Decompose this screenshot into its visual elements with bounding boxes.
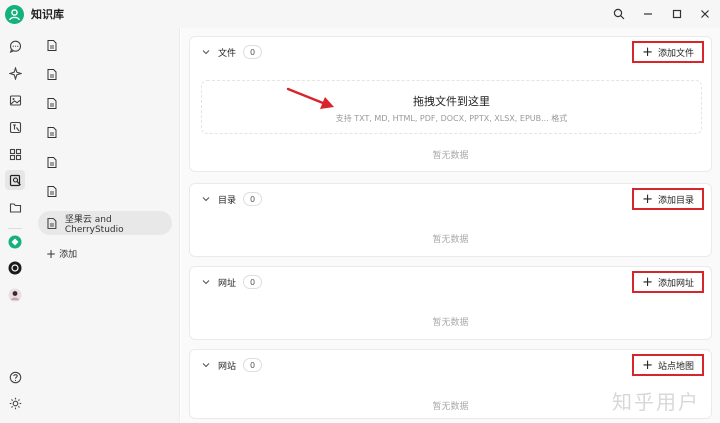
document-icon	[47, 217, 57, 229]
kb-list-item-selected[interactable]: 坚果云 and CherryStudio	[38, 211, 172, 235]
kb-item-label: 坚果云 and CherryStudio	[64, 214, 124, 235]
user-avatar-icon[interactable]	[5, 5, 24, 24]
close-icon[interactable]	[694, 3, 716, 25]
section-title: 文件	[218, 49, 237, 59]
profile-avatar-icon[interactable]	[5, 285, 25, 305]
document-icon	[47, 97, 57, 109]
document-icon	[47, 126, 57, 138]
plus-icon: +	[642, 44, 653, 60]
add-url-button[interactable]: + 添加网址	[632, 271, 704, 293]
chevron-down-icon[interactable]	[202, 361, 210, 369]
add-directory-button[interactable]: + 添加目录	[632, 188, 704, 210]
chevron-down-icon[interactable]	[202, 195, 210, 203]
section-title: 目录	[218, 196, 237, 206]
search-icon[interactable]	[608, 3, 630, 25]
website-section-header[interactable]: 网站 0 + 站点地图	[190, 350, 711, 380]
count-badge: 0	[243, 358, 262, 372]
minimize-icon[interactable]	[637, 3, 659, 25]
count-badge: 0	[243, 275, 262, 289]
icon-rail	[0, 28, 30, 423]
chat-icon[interactable]	[5, 36, 25, 56]
maximize-icon[interactable]	[666, 3, 688, 25]
empty-state: 暂无数据	[432, 235, 469, 245]
directory-section-header[interactable]: 目录 0 + 添加目录	[190, 184, 711, 214]
kb-list-item[interactable]	[38, 91, 172, 115]
add-knowledge-base-button[interactable]: + 添加	[46, 246, 78, 261]
plus-icon: +	[642, 357, 653, 373]
knowledge-icon[interactable]	[5, 170, 25, 190]
kb-list-item[interactable]	[38, 33, 172, 57]
plus-icon: +	[46, 246, 57, 261]
image-icon[interactable]	[5, 90, 25, 110]
url-section-header[interactable]: 网址 0 + 添加网址	[190, 267, 711, 297]
files-section: 文件 0 + 添加文件 拖拽文件到这里 支持 TXT, MD, HTML, PD…	[189, 36, 712, 172]
count-badge: 0	[243, 192, 262, 206]
window-title: 知识库	[31, 8, 64, 21]
file-dropzone[interactable]: 拖拽文件到这里 支持 TXT, MD, HTML, PDF, DOCX, PPT…	[201, 80, 702, 134]
chevron-down-icon[interactable]	[202, 278, 210, 286]
knowledge-base-detail: 文件 0 + 添加文件 拖拽文件到这里 支持 TXT, MD, HTML, PD…	[181, 28, 720, 423]
add-kb-label: 添加	[59, 250, 78, 260]
knowledge-base-list: 坚果云 and CherryStudio + 添加	[30, 28, 180, 423]
document-icon	[47, 156, 57, 168]
dropzone-title: 拖拽文件到这里	[413, 95, 490, 108]
chevron-down-icon[interactable]	[202, 48, 210, 56]
add-file-label: 添加文件	[657, 48, 694, 59]
add-url-label: 添加网址	[657, 278, 694, 289]
help-icon[interactable]	[5, 367, 25, 387]
empty-state: 暂无数据	[432, 151, 469, 161]
theme-sun-icon[interactable]	[5, 393, 25, 413]
kb-list-item[interactable]	[38, 120, 172, 144]
section-title: 网站	[218, 362, 237, 372]
kb-list-item[interactable]	[38, 150, 172, 174]
add-sitemap-button[interactable]: + 站点地图	[632, 354, 704, 376]
document-icon	[47, 185, 57, 197]
title-bar: 知识库	[0, 0, 720, 28]
plus-icon: +	[642, 274, 653, 290]
kb-list-item[interactable]	[38, 179, 172, 203]
kb-list-item[interactable]	[38, 62, 172, 86]
plus-icon: +	[642, 191, 653, 207]
sparkle-icon[interactable]	[5, 63, 25, 83]
empty-state: 暂无数据	[432, 318, 469, 328]
assistant-avatar-icon[interactable]	[5, 232, 25, 252]
add-directory-label: 添加目录	[657, 195, 694, 206]
apps-grid-icon[interactable]	[5, 144, 25, 164]
files-section-header[interactable]: 文件 0 + 添加文件	[190, 37, 711, 67]
dropzone-formats: 支持 TXT, MD, HTML, PDF, DOCX, PPTX, XLSX,…	[335, 114, 568, 123]
watermark: 知乎用户	[612, 390, 700, 414]
document-icon	[47, 68, 57, 80]
section-title: 网址	[218, 279, 237, 289]
translate-icon[interactable]	[5, 117, 25, 137]
add-sitemap-label: 站点地图	[657, 361, 694, 372]
count-badge: 0	[243, 45, 262, 59]
openai-logo-icon[interactable]	[5, 258, 25, 278]
url-section: 网址 0 + 添加网址 暂无数据	[189, 266, 712, 340]
add-file-button[interactable]: + 添加文件	[632, 41, 704, 63]
document-icon	[47, 39, 57, 51]
rail-divider	[8, 228, 22, 229]
directory-section: 目录 0 + 添加目录 暂无数据	[189, 183, 712, 257]
folder-icon[interactable]	[5, 197, 25, 217]
